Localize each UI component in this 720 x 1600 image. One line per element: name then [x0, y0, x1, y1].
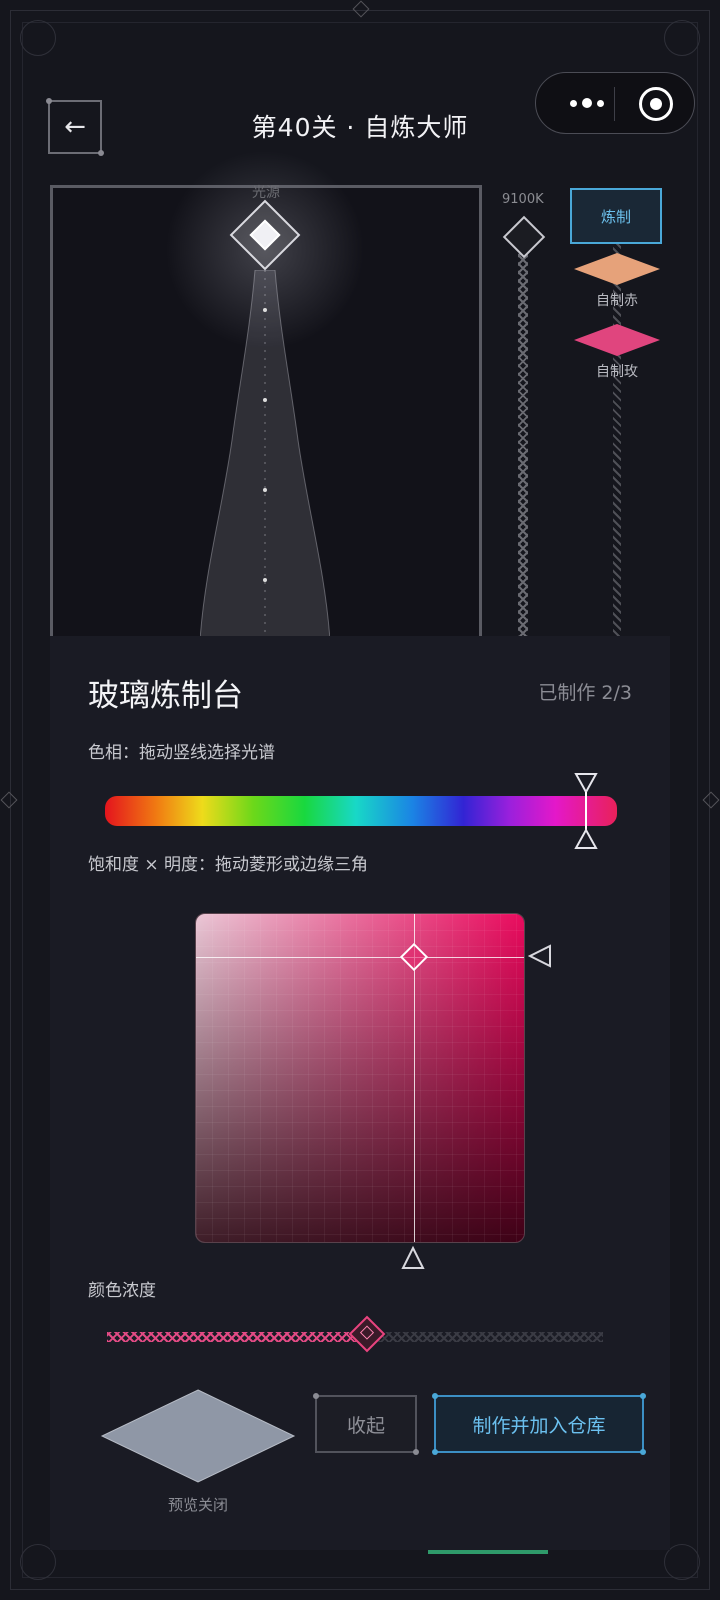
swatch-red-icon[interactable]: [573, 252, 661, 286]
light-beam: [200, 270, 330, 640]
swatch-label: 自制赤: [596, 293, 638, 309]
close-miniprogram-icon[interactable]: [639, 87, 673, 121]
color-temperature-label: 9100K: [502, 192, 544, 207]
corner-pin-icon: [413, 1449, 419, 1455]
page-title: 第40关 · 自炼大师: [251, 113, 469, 142]
corner-ornament: [664, 20, 700, 56]
dot-icon: [582, 98, 592, 108]
brightness-guide-line: [196, 956, 524, 958]
back-button[interactable]: ←: [46, 98, 104, 156]
hue-marker[interactable]: [573, 772, 599, 850]
capsule-divider: [614, 87, 615, 121]
glass-workbench-panel: 玻璃炼制台 已制作 2/3 色相：拖动竖线选择光谱 饱和度 × 明度：拖动菱形或…: [50, 636, 670, 1550]
swatch-label: 自制玫: [596, 364, 638, 380]
preview-diamond-icon: [100, 1389, 296, 1483]
saturation-triangle-icon[interactable]: [401, 1246, 425, 1270]
dot-icon: [597, 99, 604, 107]
temperature-rail: [518, 238, 528, 638]
intensity-knob[interactable]: [348, 1315, 386, 1353]
intensity-fill: [107, 1332, 365, 1342]
hue-spectrum-slider[interactable]: [105, 796, 617, 826]
make-and-store-button[interactable]: 制作并加入仓库: [432, 1393, 646, 1455]
corner-pin-icon: [640, 1449, 646, 1455]
bottom-indicator: [428, 1550, 548, 1554]
crafted-count: 已制作 2/3: [538, 682, 632, 704]
collapse-button[interactable]: 收起: [313, 1393, 419, 1455]
light-source-label: 光源: [252, 185, 280, 201]
intensity-slider[interactable]: [107, 1315, 603, 1353]
make-button-label: 制作并加入仓库: [472, 1414, 606, 1437]
miniprogram-capsule: [535, 72, 695, 134]
corner-pin-icon: [432, 1449, 438, 1455]
collapse-button-label: 收起: [346, 1414, 385, 1437]
preview-status: 预览关闭: [167, 1496, 228, 1514]
saturation-brightness-picker[interactable]: [195, 913, 525, 1243]
corner-pin-icon: [432, 1393, 438, 1399]
hue-label: 色相：拖动竖线选择光谱: [88, 743, 275, 763]
saturation-brightness-label: 饱和度 × 明度：拖动菱形或边缘三角: [88, 855, 369, 875]
refine-button[interactable]: 炼制: [570, 188, 662, 244]
panel-title: 玻璃炼制台: [88, 678, 243, 714]
brightness-triangle-icon[interactable]: [528, 944, 552, 968]
intensity-label: 颜色浓度: [88, 1281, 156, 1301]
corner-ornament: [20, 20, 56, 56]
corner-pin-icon: [313, 1393, 319, 1399]
arrow-left-icon: ←: [64, 112, 86, 142]
swatch-rose-icon[interactable]: [573, 323, 661, 357]
dot-icon: [570, 99, 577, 107]
more-menu-button[interactable]: [558, 87, 616, 119]
sv-grid: [196, 914, 524, 1242]
corner-pin-icon: [640, 1393, 646, 1399]
